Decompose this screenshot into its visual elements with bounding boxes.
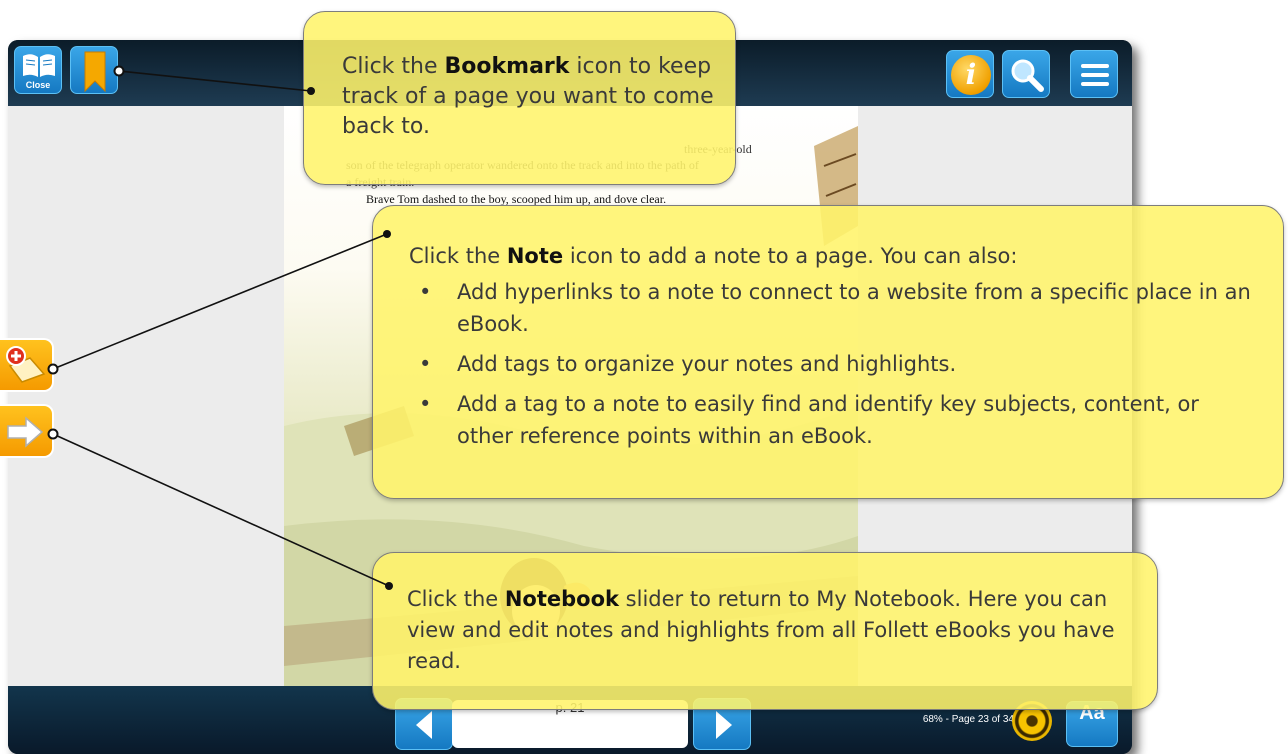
bookmark-icon bbox=[84, 51, 106, 93]
menu-button[interactable] bbox=[1070, 50, 1118, 98]
callout-bold: Notebook bbox=[504, 587, 619, 611]
close-button[interactable]: Close bbox=[14, 46, 62, 94]
note-callout: Click the Note icon to add a note to a p… bbox=[372, 205, 1284, 499]
callout-text: Click the bbox=[407, 587, 505, 611]
info-button[interactable]: i bbox=[946, 50, 994, 98]
callout-bullets: Add hyperlinks to a note to connect to a… bbox=[409, 276, 1255, 452]
add-note-icon bbox=[6, 346, 46, 383]
callout-text: Click the bbox=[409, 244, 507, 268]
arrow-right-icon bbox=[7, 416, 44, 448]
close-label: Close bbox=[25, 80, 51, 90]
callout-bullet: Add a tag to a note to easily find and i… bbox=[409, 388, 1255, 452]
callout-bold: Bookmark bbox=[444, 54, 570, 79]
info-icon: i bbox=[951, 55, 991, 95]
callout-text: icon to add a note to a page. You can al… bbox=[563, 244, 1018, 268]
search-icon bbox=[1011, 59, 1044, 92]
callout-text: Click the bbox=[342, 54, 445, 79]
note-tab[interactable] bbox=[0, 338, 54, 392]
open-book-icon bbox=[23, 54, 55, 77]
callout-bullet: Add hyperlinks to a note to connect to a… bbox=[409, 276, 1255, 340]
notebook-slider-tab[interactable] bbox=[0, 404, 54, 458]
hamburger-menu-icon bbox=[1081, 64, 1109, 86]
callout-bold: Note bbox=[506, 244, 564, 268]
search-button[interactable] bbox=[1002, 50, 1050, 98]
callout-bullet: Add tags to organize your notes and high… bbox=[409, 348, 1255, 380]
callout-intro: Click the Note icon to add a note to a p… bbox=[409, 240, 1255, 272]
notebook-callout: Click the Notebook slider to return to M… bbox=[372, 552, 1158, 710]
bookmark-button[interactable] bbox=[70, 46, 118, 94]
reading-progress: 68% - Page 23 of 34 bbox=[922, 714, 1014, 725]
bookmark-callout: Click the Bookmark icon to keep track of… bbox=[303, 11, 736, 185]
